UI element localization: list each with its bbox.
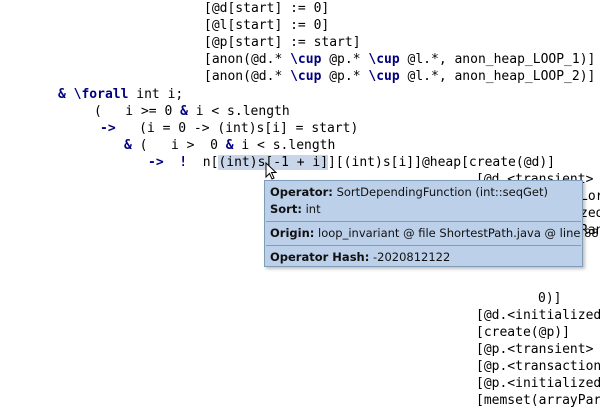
code-line: [memset(arrayPar: [476, 392, 600, 409]
hash-row: Operator Hash: -2020812122: [270, 250, 450, 264]
term-info-tooltip: Operator: SortDependingFunction (int::se…: [264, 180, 599, 267]
origin-value: loop_invariant @ file ShortestPath.java …: [318, 226, 599, 240]
code-text: [@p.<transient>: [476, 342, 594, 357]
hash-value: -2020812122: [372, 250, 451, 264]
code-line: Lor: [580, 188, 600, 205]
sort-label: Sort:: [270, 202, 302, 216]
code-line: [anon(@d.* \cup @p.* \cup @l.*, anon_hea…: [204, 51, 595, 68]
code-text: [anon(@d.*: [204, 69, 291, 84]
code-text: [@l[start] := 0]: [204, 18, 330, 33]
keyword: ->: [148, 155, 164, 170]
tooltip-divider: [266, 221, 581, 222]
sort-row: Sort: int: [270, 202, 321, 216]
operator-label: Operator:: [270, 185, 333, 199]
code-text: (i = 0 -> (int)s[i] = start): [115, 121, 359, 136]
code-text: Lor: [580, 189, 600, 204]
code-line: zed: [580, 205, 600, 222]
keyword: &: [225, 138, 234, 153]
sort-value: int: [305, 202, 321, 216]
code-text: zed: [580, 206, 600, 221]
code-line: [@p.<transaction: [476, 358, 600, 375]
operator-row: Operator: SortDependingFunction (int::se…: [270, 185, 548, 199]
code-text: [anon(@d.*: [204, 52, 291, 67]
code-line: -> (i = 0 -> (int)s[i] = start): [100, 120, 358, 137]
code-text: [@d[start] := 0]: [204, 1, 330, 16]
code-text: [@p.<initialized: [476, 376, 600, 391]
code-line: [@d[start] := 0]: [204, 0, 329, 17]
keyword: \cup: [368, 52, 400, 67]
code-text: ][(int)s[i]]@heap[create(@d)]: [328, 155, 556, 170]
operator-value: SortDependingFunction (int::seqGet): [336, 185, 548, 199]
code-text: 0)]: [538, 291, 562, 306]
code-text: @p.*: [321, 69, 369, 84]
code-line: [anon(@d.* \cup @p.* \cup @l.*, anon_hea…: [204, 68, 595, 85]
code-text: @p.*: [321, 52, 369, 67]
origin-row: Origin: loop_invariant @ file ShortestPa…: [270, 226, 599, 240]
code-line: 0)]: [538, 290, 561, 307]
keyword: \cup: [368, 69, 400, 84]
origin-label: Origin:: [270, 226, 315, 240]
code-text: @l.*, anon_heap_LOOP_2)]: [399, 69, 596, 84]
code-text: [@p[start] := start]: [204, 35, 361, 50]
keyword: &: [124, 138, 132, 153]
tooltip-divider: [266, 245, 581, 246]
keyword: &: [180, 104, 188, 119]
code-text: @l.*, anon_heap_LOOP_1)]: [399, 52, 596, 67]
code-text: ( i >= 0: [94, 104, 181, 119]
code-text: [create(@p)]: [476, 325, 570, 340]
keyword: \cup: [290, 69, 322, 84]
code-text: n[: [194, 155, 219, 170]
code-text: [memset(arrayPar: [476, 393, 600, 408]
code-line: [@d.<initialized: [476, 307, 600, 324]
code-text: i < s.length: [187, 104, 290, 119]
code-line: -> ! n[(int)s[-1 + i]][(int)s[i]]@heap[c…: [148, 154, 555, 171]
code-line: [@p[start] := start]: [204, 34, 361, 51]
keyword: & \forall: [58, 87, 129, 102]
code-line: [@p.<initialized: [476, 375, 600, 392]
keyword: \cup: [290, 52, 322, 67]
code-text: [@d.<initialized: [476, 308, 600, 323]
keyword: ->: [100, 121, 116, 136]
code-line: & \forall int i;: [58, 86, 183, 103]
mouse-pointer-icon: [265, 162, 277, 180]
code-text: i < s.length: [233, 138, 336, 153]
code-text: ( i > 0: [131, 138, 226, 153]
keyword: !: [163, 155, 195, 170]
code-line: & ( i > 0 & i < s.length: [124, 137, 335, 154]
code-text: [@p.<transaction: [476, 359, 600, 374]
code-text: int i;: [128, 87, 184, 102]
code-line: [create(@p)]: [476, 324, 570, 341]
code-line: [@l[start] := 0]: [204, 17, 329, 34]
code-line: [@p.<transient>: [476, 341, 593, 358]
code-line: ( i >= 0 & i < s.length: [94, 103, 290, 120]
hash-label: Operator Hash:: [270, 250, 370, 264]
